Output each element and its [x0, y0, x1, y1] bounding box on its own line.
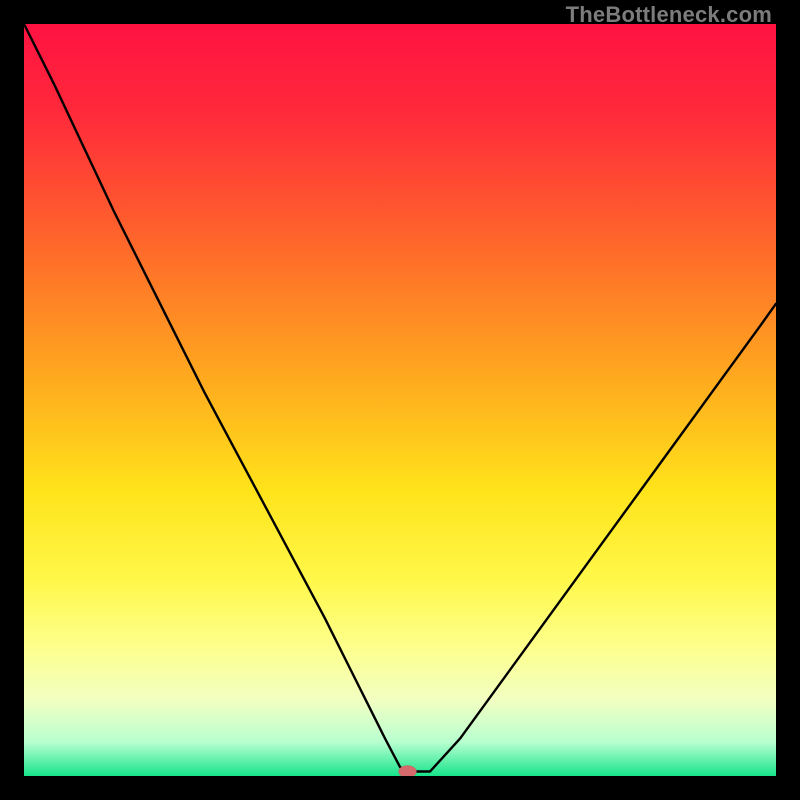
gradient-background: [24, 24, 776, 776]
optimal-point-marker: [398, 765, 416, 776]
plot-area: [24, 24, 776, 776]
chart-svg: [24, 24, 776, 776]
chart-container: TheBottleneck.com: [0, 0, 800, 800]
